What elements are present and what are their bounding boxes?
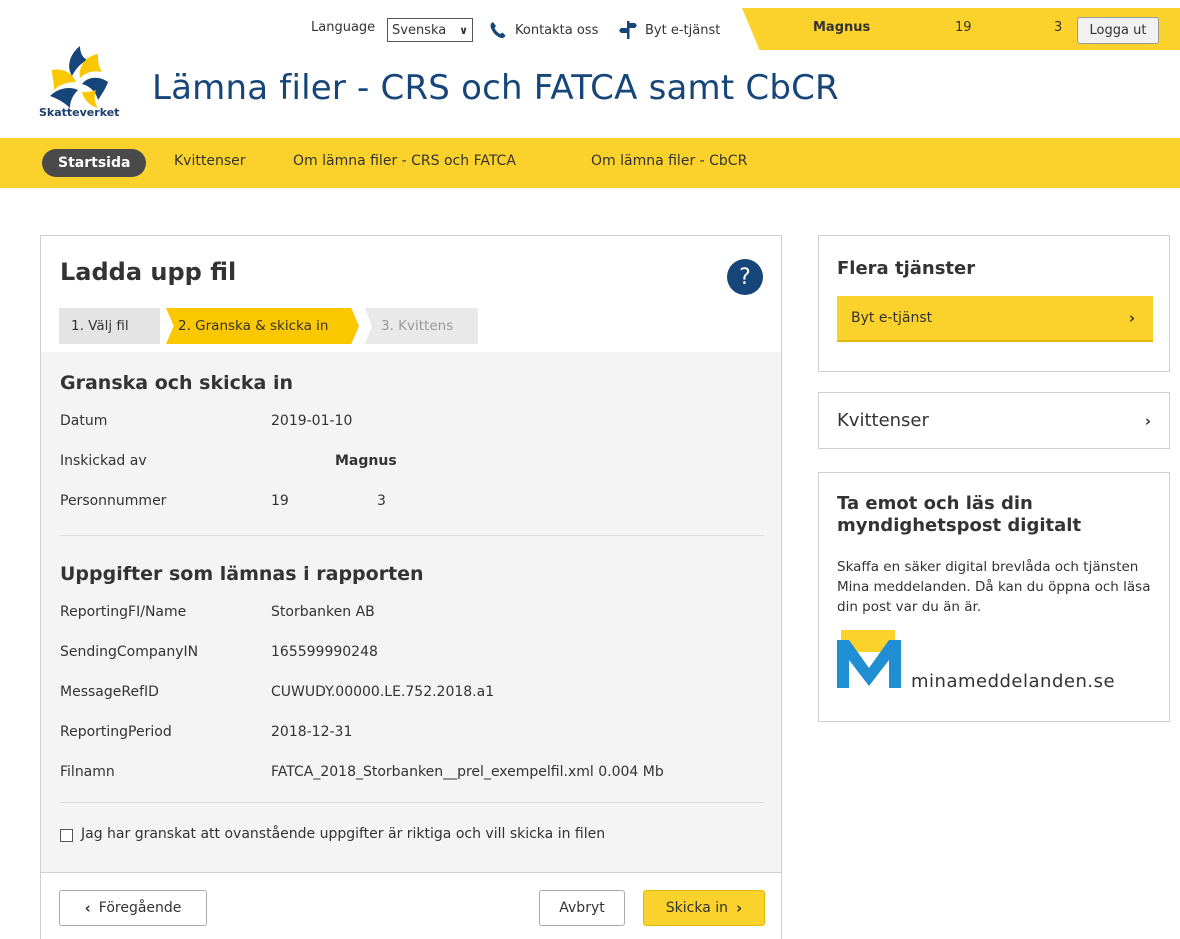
- promo-logo-text[interactable]: minameddelanden.se: [911, 671, 1115, 692]
- top-utility-bar: Language Svenska ∨ Kontakta oss Byt e-tj…: [0, 8, 1180, 50]
- confirm-checkbox[interactable]: [60, 829, 73, 842]
- language-select-value: Svenska: [392, 22, 447, 38]
- digital-mail-promo: Ta emot och läs din myndighetspost digit…: [818, 472, 1170, 722]
- submit-label: Skicka in: [665, 900, 729, 916]
- switch-service-button-label: Byt e-tjänst: [851, 310, 933, 326]
- language-select[interactable]: Svenska ∨: [387, 18, 473, 42]
- switch-service-button[interactable]: Byt e-tjänst ›: [837, 296, 1153, 342]
- user-name: Magnus: [813, 20, 871, 35]
- upload-panel: Ladda upp fil ? 1. Välj fil 2. Granska &…: [40, 235, 782, 939]
- reporting-fi-name-label: ReportingFI/Name: [60, 604, 187, 620]
- submitted-by-label: Inskickad av: [60, 453, 147, 469]
- switch-service-label: Byt e-tjänst: [645, 22, 721, 38]
- chevron-right-icon: ›: [736, 899, 743, 917]
- logout-button[interactable]: Logga ut: [1077, 17, 1159, 44]
- personnummer-value-part2: 3: [377, 493, 386, 509]
- message-ref-id-value: CUWUDY.00000.LE.752.2018.a1: [271, 684, 495, 700]
- chevron-down-icon: ∨: [459, 23, 468, 37]
- date-value: 2019-01-10: [271, 413, 353, 429]
- language-label: Language: [311, 20, 376, 35]
- review-content: Granska och skicka in Datum 2019-01-10 I…: [41, 352, 781, 872]
- signpost-icon: [619, 21, 637, 39]
- nav-item-kvittenser[interactable]: Kvittenser: [174, 153, 245, 169]
- promo-text: Skaffa en säker digital brevlåda och tjä…: [837, 559, 1151, 615]
- divider: [60, 535, 764, 536]
- step-3: 3. Kvittens: [365, 308, 478, 344]
- filename-value: FATCA_2018_Storbanken__prel_exempelfil.x…: [271, 764, 664, 780]
- user-pnr-part1: 19: [955, 20, 972, 35]
- help-icon[interactable]: ?: [727, 259, 763, 295]
- divider: [60, 802, 764, 803]
- previous-button[interactable]: ‹ Föregående: [59, 890, 207, 926]
- message-ref-id-label: MessageRefID: [60, 684, 159, 700]
- user-pnr-part2: 3: [1054, 20, 1063, 35]
- date-label: Datum: [60, 413, 108, 429]
- nav-item-startsida[interactable]: Startsida: [42, 149, 147, 177]
- contact-link[interactable]: Kontakta oss: [488, 20, 598, 40]
- switch-service-link[interactable]: Byt e-tjänst: [618, 20, 720, 40]
- chevron-right-icon: ›: [1144, 411, 1151, 430]
- contact-label: Kontakta oss: [515, 22, 599, 38]
- submit-button[interactable]: Skicka in ›: [643, 890, 765, 926]
- reporting-fi-name-value: Storbanken AB: [271, 604, 375, 620]
- step-1[interactable]: 1. Välj fil: [59, 308, 160, 344]
- panel-title: Ladda upp fil: [60, 258, 237, 286]
- reporting-period-value: 2018-12-31: [271, 724, 353, 740]
- receipts-title: Kvittenser: [837, 410, 929, 431]
- receipts-box[interactable]: Kvittenser ›: [818, 392, 1170, 449]
- promo-title: Ta emot och läs din myndighetspost digit…: [837, 493, 1082, 536]
- page-title: Lämna filer - CRS och FATCA samt CbCR: [152, 68, 839, 108]
- step-2-active: 2. Granska & skicka in: [166, 308, 359, 344]
- chevron-right-icon: ›: [1128, 309, 1135, 327]
- nav-item-om-cbcr[interactable]: Om lämna filer - CbCR: [591, 153, 747, 169]
- cancel-button[interactable]: Avbryt: [539, 890, 625, 926]
- footer-divider: [41, 872, 781, 873]
- personnummer-value-part1: 19: [271, 493, 289, 509]
- logo-text: Skatteverket: [39, 106, 120, 119]
- report-section-title: Uppgifter som lämnas i rapporten: [60, 563, 424, 585]
- reporting-period-label: ReportingPeriod: [60, 724, 172, 740]
- more-services-box: Flera tjänster Byt e-tjänst ›: [818, 235, 1170, 372]
- personnummer-label: Personnummer: [60, 493, 167, 509]
- previous-label: Föregående: [98, 900, 182, 916]
- main-nav: Startsida Kvittenser Om lämna filer - CR…: [0, 138, 1180, 188]
- review-section-title: Granska och skicka in: [60, 372, 293, 394]
- submitted-by-value: Magnus: [335, 453, 397, 469]
- sending-company-in-value: 165599990248: [271, 644, 378, 660]
- phone-icon: [490, 22, 506, 39]
- sending-company-in-label: SendingCompanyIN: [60, 644, 199, 660]
- filename-label: Filnamn: [60, 764, 115, 780]
- nav-item-om-crs-fatca[interactable]: Om lämna filer - CRS och FATCA: [293, 153, 516, 169]
- confirm-label[interactable]: Jag har granskat att ovanstående uppgift…: [81, 826, 605, 842]
- mina-meddelanden-logo-icon[interactable]: [837, 630, 907, 690]
- step-indicator: 1. Välj fil 2. Granska & skicka in 3. Kv…: [59, 308, 478, 344]
- more-services-title: Flera tjänster: [837, 258, 976, 279]
- chevron-left-icon: ‹: [84, 899, 91, 917]
